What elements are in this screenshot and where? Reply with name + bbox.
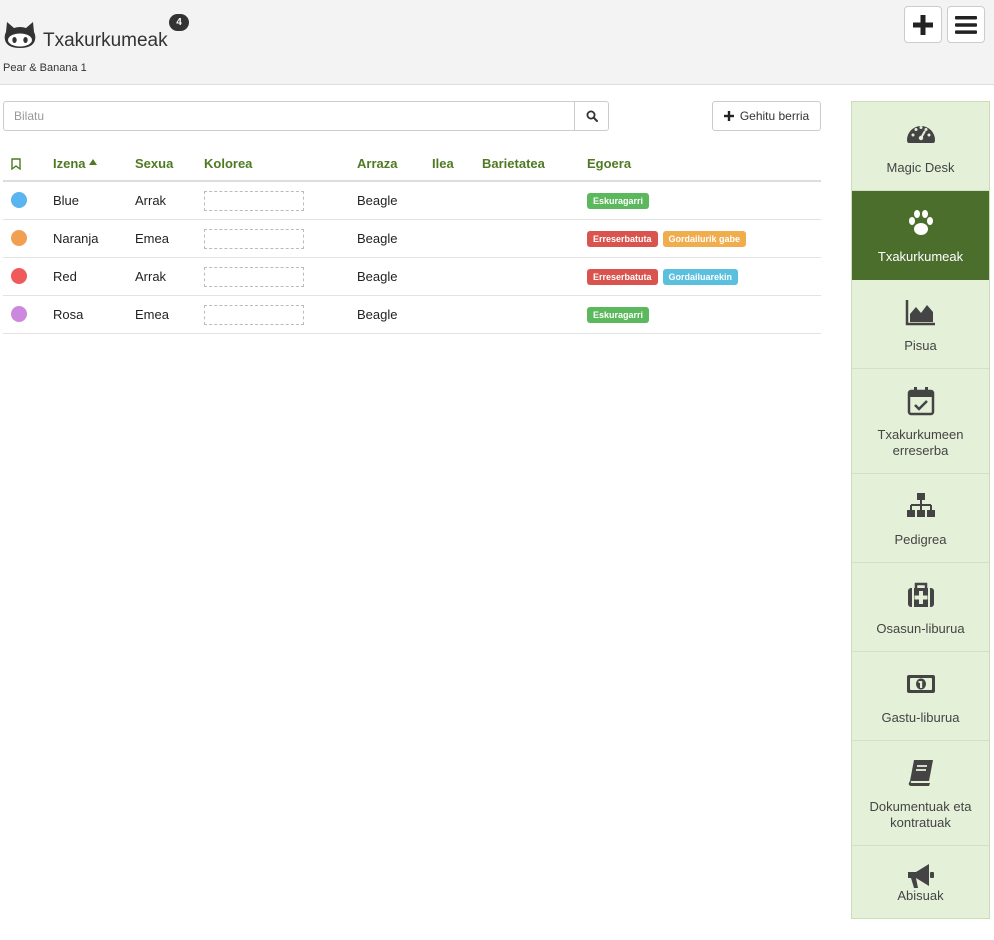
- hamburger-menu-icon: [955, 15, 977, 34]
- plus-icon: [913, 14, 933, 35]
- search-button[interactable]: [574, 102, 608, 130]
- sidebar-item-magic-desk[interactable]: Magic Desk: [852, 102, 989, 191]
- puppy-breed: Beagle: [357, 231, 398, 246]
- search-bar: [3, 101, 609, 131]
- add-button[interactable]: [904, 6, 942, 43]
- table-row[interactable]: Red Arrak Beagle Erreserbatuta Gordailuareki…: [3, 258, 821, 296]
- color-dot: [11, 230, 27, 246]
- puppy-name[interactable]: Red: [53, 269, 77, 284]
- sidebar-item-notices[interactable]: Abisuak: [852, 846, 989, 918]
- sitemap-icon: [906, 493, 935, 517]
- status-badges: Eskuragarri: [587, 193, 650, 209]
- table-body: Blue Arrak Beagle Eskuragarri Naranja Emea Bea…: [3, 182, 821, 334]
- menu-button[interactable]: [947, 6, 985, 43]
- column-header-hair[interactable]: Ilea: [432, 156, 454, 171]
- sidebar-item-health-book[interactable]: Osasun-liburua: [852, 563, 989, 652]
- puppies-table: Izena Sexua Kolorea Arraza Ilea Barietat…: [3, 146, 821, 334]
- sidebar-item-label: Magic Desk: [886, 160, 955, 175]
- table-row[interactable]: Rosa Emea Beagle Eskuragarri: [3, 296, 821, 334]
- calendar-check-icon: [907, 387, 934, 416]
- book-icon: [908, 760, 933, 786]
- count-badge: 4: [169, 14, 189, 31]
- kennel-subtitle: Pear & Banana 1: [3, 62, 87, 74]
- status-badge: Eskuragarri: [587, 307, 650, 323]
- table-row[interactable]: Naranja Emea Beagle Erreserbatuta Gordailuri…: [3, 220, 821, 258]
- money-bill-icon: [906, 675, 935, 693]
- table-header: Izena Sexua Kolorea Arraza Ilea Barietat…: [3, 146, 821, 182]
- puppy-sex: Arrak: [135, 193, 167, 208]
- sidebar-item-label: Abisuak: [897, 888, 944, 903]
- puppy-breed: Beagle: [357, 193, 398, 208]
- sidebar-item-label: Pisua: [904, 338, 937, 353]
- puppy-name[interactable]: Naranja: [53, 231, 99, 246]
- puppy-breed: Beagle: [357, 269, 398, 284]
- column-header-name[interactable]: Izena: [53, 156, 98, 171]
- puppy-name[interactable]: Blue: [53, 193, 79, 208]
- sidebar-item-reservations[interactable]: Txakurkumeen erreserba: [852, 369, 989, 474]
- color-dot: [11, 192, 27, 208]
- github-cat-icon: [4, 22, 36, 48]
- color-dot: [11, 268, 27, 284]
- coat-color-swatch: [204, 229, 304, 249]
- status-badges: Eskuragarri: [587, 307, 650, 323]
- sidebar-item-documents[interactable]: Dokumentuak eta kontratuak: [852, 741, 989, 846]
- column-header-sex[interactable]: Sexua: [135, 156, 173, 171]
- sidebar-item-label: Txakurkumeen erreserba: [877, 427, 964, 458]
- sidebar-item-expenses-book[interactable]: Gastu-liburua: [852, 652, 989, 741]
- coat-color-swatch: [204, 191, 304, 211]
- plus-icon: [723, 111, 734, 121]
- column-header-variety[interactable]: Barietatea: [482, 156, 545, 171]
- sidebar-item-weight[interactable]: Pisua: [852, 280, 989, 369]
- puppy-sex: Emea: [135, 307, 169, 322]
- table-row[interactable]: Blue Arrak Beagle Eskuragarri: [3, 182, 821, 220]
- puppy-sex: Arrak: [135, 269, 167, 284]
- status-badge: Eskuragarri: [587, 193, 650, 209]
- page-title: Txakurkumeak: [43, 30, 168, 51]
- sidebar-nav: Magic Desk Txakurkumeak Pisua Txakurkume…: [851, 101, 990, 919]
- add-new-button[interactable]: Gehitu berria: [712, 101, 821, 131]
- sidebar-item-label: Gastu-liburua: [881, 710, 960, 725]
- sidebar-item-label: Txakurkumeak: [877, 249, 964, 264]
- caret-up-icon: [89, 159, 98, 165]
- search-icon: [586, 110, 598, 122]
- sidebar-item-pedigree[interactable]: Pedigrea: [852, 474, 989, 563]
- status-badge: Gordailurik gabe: [662, 231, 747, 247]
- column-header-color[interactable]: Kolorea: [204, 156, 252, 171]
- paw-icon: [908, 210, 933, 235]
- column-header-status[interactable]: Egoera: [587, 156, 631, 171]
- column-header-breed[interactable]: Arraza: [357, 156, 397, 171]
- sidebar-item-label: Pedigrea: [894, 532, 947, 547]
- app-header: Txakurkumeak 4 Pear & Banana 1: [0, 0, 994, 85]
- sidebar-item-label: Osasun-liburua: [876, 621, 965, 636]
- coat-color-swatch: [204, 305, 304, 325]
- sidebar-item-label: Dokumentuak eta kontratuak: [869, 799, 972, 830]
- status-badge: Erreserbatuta: [587, 231, 658, 247]
- dashboard-gauge-icon: [906, 126, 935, 143]
- coat-color-swatch: [204, 267, 304, 287]
- search-input[interactable]: [4, 102, 574, 130]
- puppy-sex: Emea: [135, 231, 169, 246]
- status-badges: Erreserbatuta Gordailuarekin: [587, 269, 739, 285]
- puppy-breed: Beagle: [357, 307, 398, 322]
- bookmark-icon[interactable]: [11, 158, 21, 170]
- status-badges: Erreserbatuta Gordailurik gabe: [587, 231, 747, 247]
- add-new-label: Gehitu berria: [739, 109, 810, 123]
- puppy-name[interactable]: Rosa: [53, 307, 83, 322]
- status-badge: Erreserbatuta: [587, 269, 658, 285]
- status-badge: Gordailuarekin: [662, 269, 739, 285]
- color-dot: [11, 306, 27, 322]
- area-chart-icon: [905, 300, 935, 326]
- sidebar-item-puppies[interactable]: Txakurkumeak: [852, 191, 989, 280]
- medkit-icon: [907, 582, 934, 607]
